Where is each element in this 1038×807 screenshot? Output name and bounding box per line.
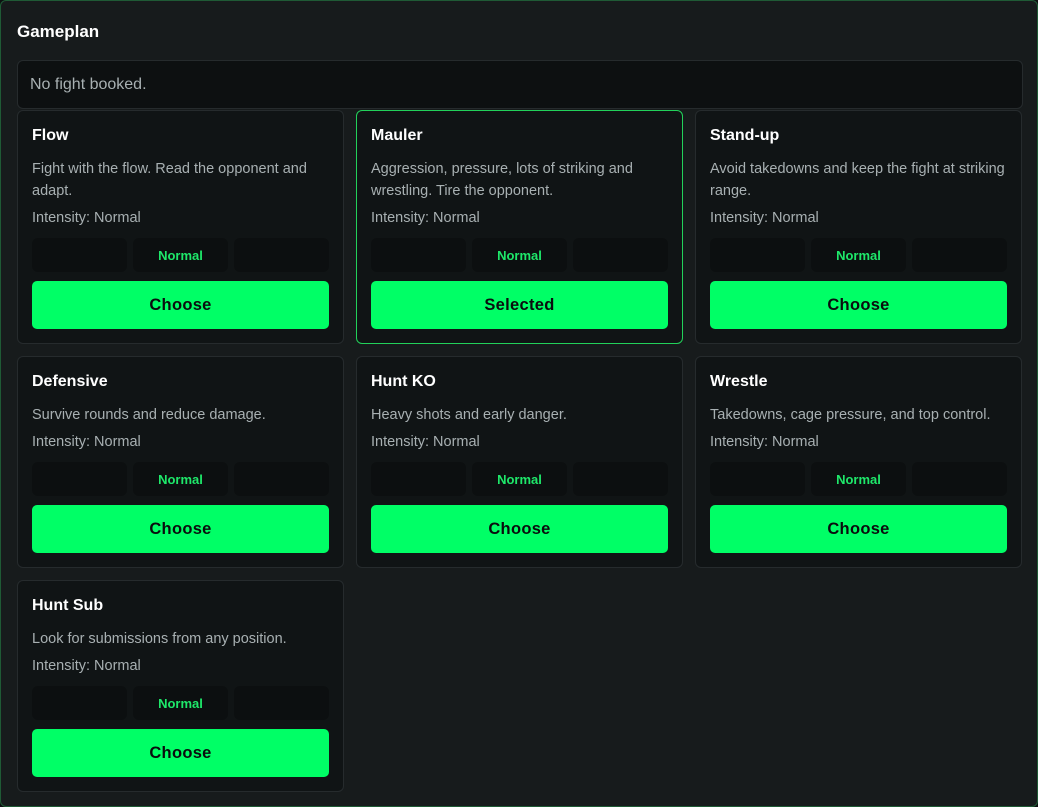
intensity-value: Normal [94, 658, 141, 674]
page-title: Gameplan [17, 22, 100, 41]
intensity-selector: Normal [710, 462, 1007, 496]
intensity-text: Intensity: Normal [32, 658, 141, 674]
selected-button[interactable]: Selected [371, 281, 668, 329]
intensity-text: Intensity: Normal [32, 210, 141, 226]
intensity-option-normal[interactable]: Normal [811, 238, 906, 272]
gameplan-card-stand-up: Stand-up Avoid takedowns and keep the fi… [695, 110, 1022, 344]
intensity-selector: Normal [32, 462, 329, 496]
card-title: Flow [32, 127, 69, 144]
gameplan-card-defensive: Defensive Survive rounds and reduce dama… [17, 356, 344, 568]
gameplan-card-hunt-ko: Hunt KO Heavy shots and early danger. In… [356, 356, 683, 568]
card-title: Defensive [32, 373, 108, 390]
intensity-value: Normal [94, 210, 141, 226]
card-description: Survive rounds and reduce damage. [32, 407, 266, 423]
choose-button[interactable]: Choose [371, 505, 668, 553]
card-title: Hunt KO [371, 373, 436, 390]
intensity-value: Normal [772, 210, 819, 226]
choose-button[interactable]: Choose [32, 281, 329, 329]
intensity-option-high[interactable] [573, 462, 668, 496]
card-title: Mauler [371, 127, 423, 144]
card-description: Look for submissions from any position. [32, 631, 287, 647]
choose-button[interactable]: Choose [32, 505, 329, 553]
gameplan-card-hunt-sub: Hunt Sub Look for submissions from any p… [17, 580, 344, 792]
intensity-label: Intensity: [371, 210, 430, 226]
gameplan-card-wrestle: Wrestle Takedowns, cage pressure, and to… [695, 356, 1022, 568]
gameplan-card-flow: Flow Fight with the flow. Read the oppon… [17, 110, 344, 344]
intensity-option-high[interactable] [912, 462, 1007, 496]
intensity-option-low[interactable] [371, 238, 466, 272]
intensity-option-low[interactable] [32, 686, 127, 720]
card-title: Stand-up [710, 127, 780, 144]
intensity-label: Intensity: [371, 434, 430, 450]
intensity-option-high[interactable] [234, 686, 329, 720]
intensity-selector: Normal [371, 238, 668, 272]
gameplan-panel: Gameplan No fight booked. Flow Fight wit… [0, 0, 1038, 807]
intensity-label: Intensity: [32, 210, 91, 226]
intensity-option-high[interactable] [912, 238, 1007, 272]
card-description: Fight with the flow. Read the opponent a… [32, 161, 307, 199]
card-description: Aggression, pressure, lots of striking a… [371, 161, 633, 199]
intensity-option-normal[interactable]: Normal [811, 462, 906, 496]
intensity-selector: Normal [371, 462, 668, 496]
intensity-option-normal[interactable]: Normal [472, 238, 567, 272]
intensity-option-normal[interactable]: Normal [133, 686, 228, 720]
intensity-text: Intensity: Normal [371, 434, 480, 450]
card-title: Hunt Sub [32, 597, 104, 614]
intensity-label: Intensity: [32, 658, 91, 674]
intensity-value: Normal [433, 210, 480, 226]
intensity-option-low[interactable] [710, 462, 805, 496]
gameplan-card-mauler: Mauler Aggression, pressure, lots of str… [356, 110, 683, 344]
card-description: Heavy shots and early danger. [371, 407, 567, 423]
intensity-text: Intensity: Normal [371, 210, 480, 226]
intensity-option-high[interactable] [234, 462, 329, 496]
choose-button[interactable]: Choose [710, 505, 1007, 553]
intensity-option-low[interactable] [710, 238, 805, 272]
intensity-label: Intensity: [710, 210, 769, 226]
fight-status-notice: No fight booked. [17, 60, 1023, 109]
card-title: Wrestle [710, 373, 768, 390]
intensity-text: Intensity: Normal [710, 434, 819, 450]
intensity-label: Intensity: [710, 434, 769, 450]
card-description: Avoid takedowns and keep the fight at st… [710, 161, 1005, 199]
intensity-label: Intensity: [32, 434, 91, 450]
intensity-option-normal[interactable]: Normal [133, 238, 228, 272]
intensity-value: Normal [772, 434, 819, 450]
intensity-selector: Normal [710, 238, 1007, 272]
intensity-value: Normal [94, 434, 141, 450]
intensity-option-low[interactable] [32, 462, 127, 496]
intensity-option-low[interactable] [371, 462, 466, 496]
intensity-selector: Normal [32, 686, 329, 720]
intensity-value: Normal [433, 434, 480, 450]
intensity-option-high[interactable] [234, 238, 329, 272]
choose-button[interactable]: Choose [710, 281, 1007, 329]
intensity-text: Intensity: Normal [710, 210, 819, 226]
intensity-option-normal[interactable]: Normal [133, 462, 228, 496]
intensity-text: Intensity: Normal [32, 434, 141, 450]
intensity-option-normal[interactable]: Normal [472, 462, 567, 496]
intensity-option-high[interactable] [573, 238, 668, 272]
choose-button[interactable]: Choose [32, 729, 329, 777]
intensity-option-low[interactable] [32, 238, 127, 272]
intensity-selector: Normal [32, 238, 329, 272]
card-description: Takedowns, cage pressure, and top contro… [710, 407, 991, 423]
